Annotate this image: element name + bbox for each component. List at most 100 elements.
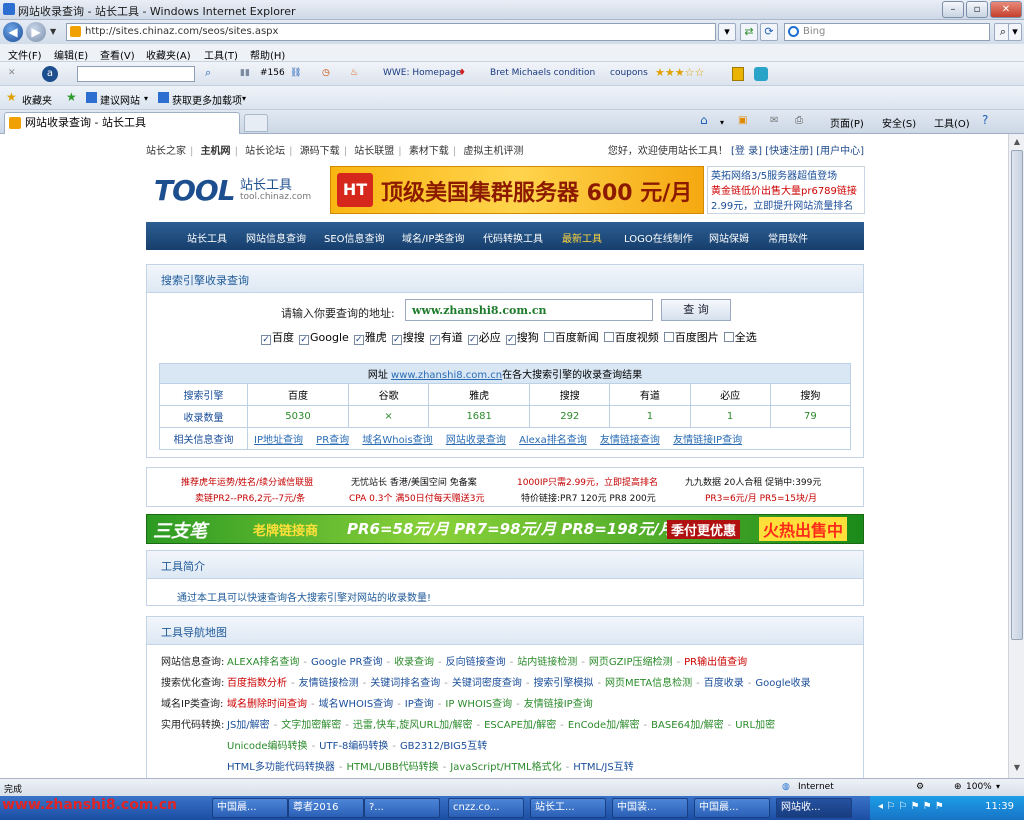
nav-code-convert[interactable]: 代码转换工具: [483, 230, 543, 245]
ad-banner-server[interactable]: HT 顶级美国集群服务器 600 元/月: [330, 166, 704, 214]
taskbar-item[interactable]: cnzz.co...: [448, 798, 524, 818]
site-logo[interactable]: TOOL 站长工具 tool.chinaz.com: [154, 172, 324, 208]
toolmap-link[interactable]: ALEXA排名查询: [227, 657, 299, 668]
engine-option[interactable]: ✓ 必应: [466, 331, 501, 345]
count-yahoo[interactable]: 1681: [428, 405, 531, 428]
print-icon[interactable]: ⎙: [795, 115, 803, 126]
related-link[interactable]: 网站收录查询: [446, 435, 506, 446]
engine-option[interactable]: ✓ 百度: [259, 331, 294, 345]
count-bing[interactable]: 1: [689, 405, 771, 428]
new-tab-button[interactable]: [244, 114, 268, 132]
chevron-down-icon[interactable]: ▾: [996, 782, 1000, 791]
checkbox[interactable]: ✓: [391, 335, 402, 345]
toolmap-link[interactable]: UTF-8编码转换: [319, 741, 388, 752]
nav-site-info[interactable]: 网站信息查询: [246, 230, 306, 245]
toolmap-link[interactable]: IP查询: [405, 699, 434, 710]
toolbar-link-coupons[interactable]: coupons: [610, 68, 648, 78]
menu-help[interactable]: 帮助(H): [250, 47, 285, 62]
results-caption-link[interactable]: www.zhanshi8.com.cn: [391, 370, 502, 381]
toolmap-link[interactable]: 关键词密度查询: [452, 678, 522, 689]
checkbox[interactable]: [543, 332, 554, 342]
ad-text[interactable]: 九九数据 20人合租 促销中:399元: [685, 475, 821, 488]
toolmap-link[interactable]: 文字加密解密: [281, 720, 341, 731]
minimize-button[interactable]: –: [942, 1, 964, 18]
menu-file[interactable]: 文件(F): [8, 47, 42, 62]
related-link[interactable]: PR查询: [316, 435, 349, 446]
engine-option[interactable]: ✓ 有道: [428, 331, 463, 345]
toolmap-link[interactable]: 百度收录: [704, 678, 744, 689]
toolmap-link[interactable]: IP WHOIS查询: [445, 699, 512, 710]
taskbar-item[interactable]: 中国晨...: [694, 798, 770, 818]
nav-seo-info[interactable]: SEO信息查询: [324, 230, 385, 245]
nav-tools[interactable]: 站长工具: [187, 230, 227, 245]
checkbox[interactable]: [603, 332, 614, 342]
related-link[interactable]: IP地址查询: [254, 435, 303, 446]
ad-text[interactable]: 特价链接:PR7 120元 PR8 200元: [521, 491, 656, 504]
safety-menu[interactable]: 安全(S): [882, 115, 916, 130]
search-options-icon[interactable]: ▾: [1008, 23, 1022, 41]
toolmap-link[interactable]: 搜索引擎模拟: [533, 678, 593, 689]
engine-option[interactable]: ✓ 雅虎: [352, 331, 387, 345]
suggested-sites-link[interactable]: 建议网站: [100, 92, 140, 107]
refresh-icon[interactable]: ⟳: [760, 23, 778, 41]
checkbox[interactable]: [723, 332, 734, 342]
topnav-link-forum[interactable]: 站长论坛: [245, 146, 285, 157]
toolmap-link[interactable]: 百度指数分析: [227, 678, 287, 689]
menu-view[interactable]: 查看(V): [100, 47, 135, 62]
toolmap-link[interactable]: Unicode编码转换: [227, 741, 308, 752]
forward-icon[interactable]: ▶: [26, 22, 46, 42]
nav-site-nanny[interactable]: 网站保姆: [709, 230, 749, 245]
taskbar-item[interactable]: 尊者2016: [288, 798, 364, 818]
feeds-icon[interactable]: ▣: [738, 115, 747, 126]
rating-stars-icon[interactable]: ★★★☆☆: [655, 66, 704, 79]
ad-text[interactable]: 推荐虎年运势/姓名/续分诚信联盟: [181, 475, 313, 488]
menu-edit[interactable]: 编辑(E): [54, 47, 88, 62]
taskbar-item[interactable]: 站长工...: [530, 798, 606, 818]
ad-text[interactable]: 卖链PR2--PR6,2元--7元/条: [195, 491, 305, 504]
zoom-icon[interactable]: ⊕: [954, 782, 962, 792]
compat-view-icon[interactable]: ⇄: [740, 23, 758, 41]
scroll-down-icon[interactable]: ▼: [1011, 762, 1023, 774]
url-query-input[interactable]: www.zhanshi8.com.cn: [405, 299, 653, 321]
taskbar-item[interactable]: 中国晨...: [212, 798, 288, 818]
engine-option[interactable]: ✓ 搜狗: [504, 331, 539, 345]
toolmap-link[interactable]: Google PR查询: [311, 657, 382, 668]
register-link[interactable]: [快速注册]: [765, 146, 813, 157]
checkbox[interactable]: ✓: [505, 335, 516, 345]
toolmap-link[interactable]: 域名WHOIS查询: [319, 699, 394, 710]
engine-option[interactable]: 百度视频: [602, 331, 659, 344]
count-sogou[interactable]: 79: [769, 405, 852, 428]
notepad-icon[interactable]: [732, 67, 744, 81]
checkbox[interactable]: ✓: [261, 335, 271, 345]
nav-logo-maker[interactable]: LOGO在线制作: [624, 230, 693, 245]
help-icon[interactable]: ?: [982, 113, 988, 127]
toolmap-link[interactable]: JS加/解密: [227, 720, 270, 731]
scroll-up-icon[interactable]: ▲: [1011, 136, 1023, 148]
toolbar-link-wwe[interactable]: WWE: Homepage: [383, 68, 461, 78]
address-input[interactable]: http://sites.chinaz.com/seos/sites.aspx: [66, 23, 716, 41]
engine-option[interactable]: 全选: [722, 331, 757, 344]
toolbar-search-input[interactable]: [77, 66, 195, 82]
toolmap-link[interactable]: HTML/JS互转: [573, 762, 634, 773]
protected-mode-icon[interactable]: ⚙: [916, 782, 924, 792]
ad-line-3[interactable]: 2.99元，立即提升网站流量排名: [711, 199, 861, 214]
checkbox[interactable]: ✓: [429, 335, 440, 345]
more-addons-link[interactable]: 获取更多加载项: [172, 92, 242, 107]
menu-tools[interactable]: 工具(T): [204, 47, 238, 62]
flame-icon[interactable]: ♨: [350, 68, 358, 78]
search-input[interactable]: Bing: [784, 23, 990, 41]
toolmap-link[interactable]: 关键词排名查询: [370, 678, 440, 689]
taskbar-item[interactable]: ?...: [364, 798, 440, 818]
ad-text[interactable]: 1000IP只需2.99元，立即提高排名: [517, 475, 658, 488]
user-center-link[interactable]: [用户中心]: [816, 146, 864, 157]
mail-icon[interactable]: ✉: [770, 115, 778, 126]
checkbox[interactable]: [663, 332, 674, 342]
dropdown-icon[interactable]: ▾: [718, 23, 736, 41]
related-link[interactable]: 域名Whois查询: [362, 435, 432, 446]
favorites-label[interactable]: 收藏夹: [22, 92, 52, 107]
query-button[interactable]: 查 询: [661, 299, 731, 321]
chevron-down-icon[interactable]: ▾: [720, 118, 724, 127]
add-favorite-icon[interactable]: ★: [66, 90, 77, 104]
history-dropdown-icon[interactable]: ▼: [50, 27, 56, 36]
back-icon[interactable]: ◀: [3, 22, 23, 42]
